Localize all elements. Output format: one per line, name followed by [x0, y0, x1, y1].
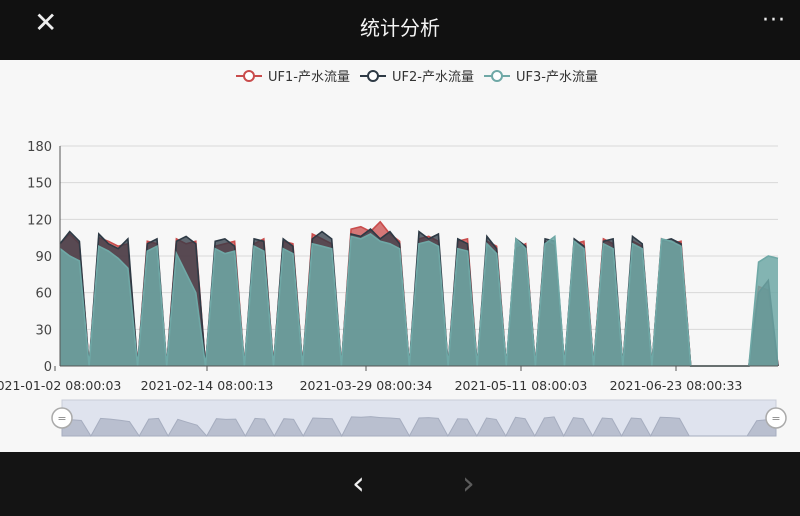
- x-tick-label: 2021-03-29 08:00:34: [300, 378, 433, 393]
- more-icon[interactable]: ···: [762, 8, 786, 33]
- x-tick-label: 2021-02-14 08:00:13: [141, 378, 274, 393]
- y-tick-label: 150: [27, 177, 52, 192]
- chevron-right-icon[interactable]: ›: [462, 464, 475, 502]
- y-tick-label: 60: [35, 287, 52, 302]
- data-zoom-slider[interactable]: = =: [51, 399, 787, 438]
- legend-marker-icon: [243, 70, 255, 82]
- top-bar: ✕ 统计分析 ···: [0, 0, 800, 60]
- legend-label[interactable]: UF2-产水流量: [392, 70, 474, 85]
- flow-chart: UF1-产水流量 UF2-产水流量 UF3-产水流量 0 30 60 90 120 150 18…: [0, 70, 787, 438]
- zoom-handle-grip-icon: =: [57, 412, 66, 425]
- page-title: 统计分析: [360, 16, 440, 40]
- legend-label[interactable]: UF1-产水流量: [268, 70, 350, 85]
- y-tick-label: 30: [35, 323, 52, 338]
- y-tick-label: 180: [27, 140, 52, 155]
- y-tick-label: 90: [35, 250, 52, 265]
- zoom-handle-grip-icon: =: [771, 412, 780, 425]
- bottom-bar: ‹ ›: [0, 452, 800, 516]
- x-tick-label: 2021-05-11 08:00:03: [455, 378, 588, 393]
- series-layer: [59, 220, 779, 367]
- legend-marker-icon: [367, 70, 379, 82]
- chart-panel: UF1-产水流量 UF2-产水流量 UF3-产水流量 0 30 60 90 120 150 18…: [0, 60, 800, 452]
- legend-label[interactable]: UF3-产水流量: [516, 70, 598, 85]
- x-tick-label: 2021-01-02 08:00:03: [0, 378, 121, 393]
- y-tick-label: 0: [44, 360, 52, 375]
- y-tick-label: 120: [27, 213, 52, 228]
- chevron-left-icon[interactable]: ‹: [352, 464, 365, 502]
- x-tick-label: 2021-06-23 08:00:33: [610, 378, 743, 393]
- legend-marker-icon: [491, 70, 503, 82]
- legend: UF1-产水流量 UF2-产水流量 UF3-产水流量: [236, 70, 598, 85]
